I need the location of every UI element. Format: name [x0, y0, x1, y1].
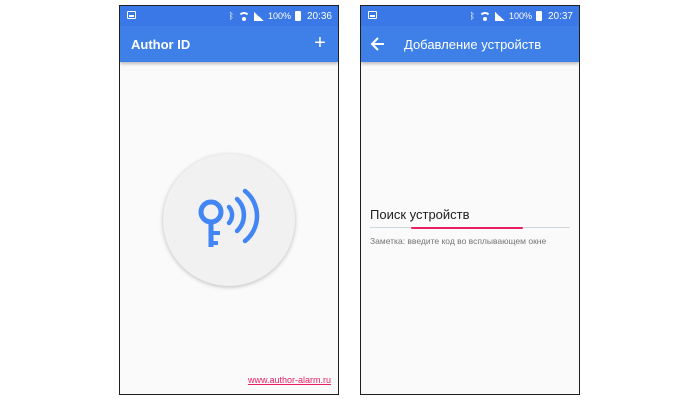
status-bar: ᛒ 100% 20:37 — [361, 6, 579, 26]
battery-icon — [294, 11, 301, 21]
add-device-circle-button[interactable] — [163, 154, 295, 286]
notification-icon — [127, 11, 136, 19]
battery-icon — [535, 11, 542, 21]
status-icons: ᛒ 100% — [229, 11, 301, 21]
phone-screen-add-devices: ᛒ 100% 20:37 Добавление устройств Поиск … — [360, 5, 580, 395]
status-clock: 20:36 — [306, 10, 332, 22]
key-wireless-icon — [198, 188, 260, 247]
phone-screen-author-id: ᛒ 100% 20:36 Author ID + www.author-alar… — [119, 5, 339, 395]
signal-icon — [253, 11, 264, 21]
wifi-icon — [478, 11, 491, 21]
status-icons: ᛒ 100% — [470, 11, 542, 21]
app-title: Author ID — [131, 36, 191, 52]
status-clock: 20:37 — [547, 10, 573, 22]
battery-level: 100% — [267, 11, 291, 21]
search-progress-indicator — [411, 227, 523, 229]
bluetooth-icon: ᛒ — [228, 10, 234, 21]
website-link[interactable]: www.author-alarm.ru — [248, 375, 331, 385]
screen-title: Добавление устройств — [404, 36, 542, 52]
status-bar: ᛒ 100% 20:36 — [120, 6, 338, 26]
back-arrow-icon[interactable] — [370, 36, 386, 52]
bluetooth-icon: ᛒ — [469, 10, 475, 21]
app-bar: Author ID + — [120, 26, 338, 62]
signal-icon — [494, 11, 505, 21]
image-icon — [368, 11, 377, 19]
battery-level: 100% — [508, 11, 532, 21]
search-note: Заметка: введите код во всплывающем окне — [370, 236, 547, 246]
search-title: Поиск устройств — [370, 207, 470, 222]
add-icon[interactable]: + — [310, 32, 330, 54]
app-bar: Добавление устройств — [361, 26, 579, 62]
wifi-icon — [237, 11, 250, 21]
